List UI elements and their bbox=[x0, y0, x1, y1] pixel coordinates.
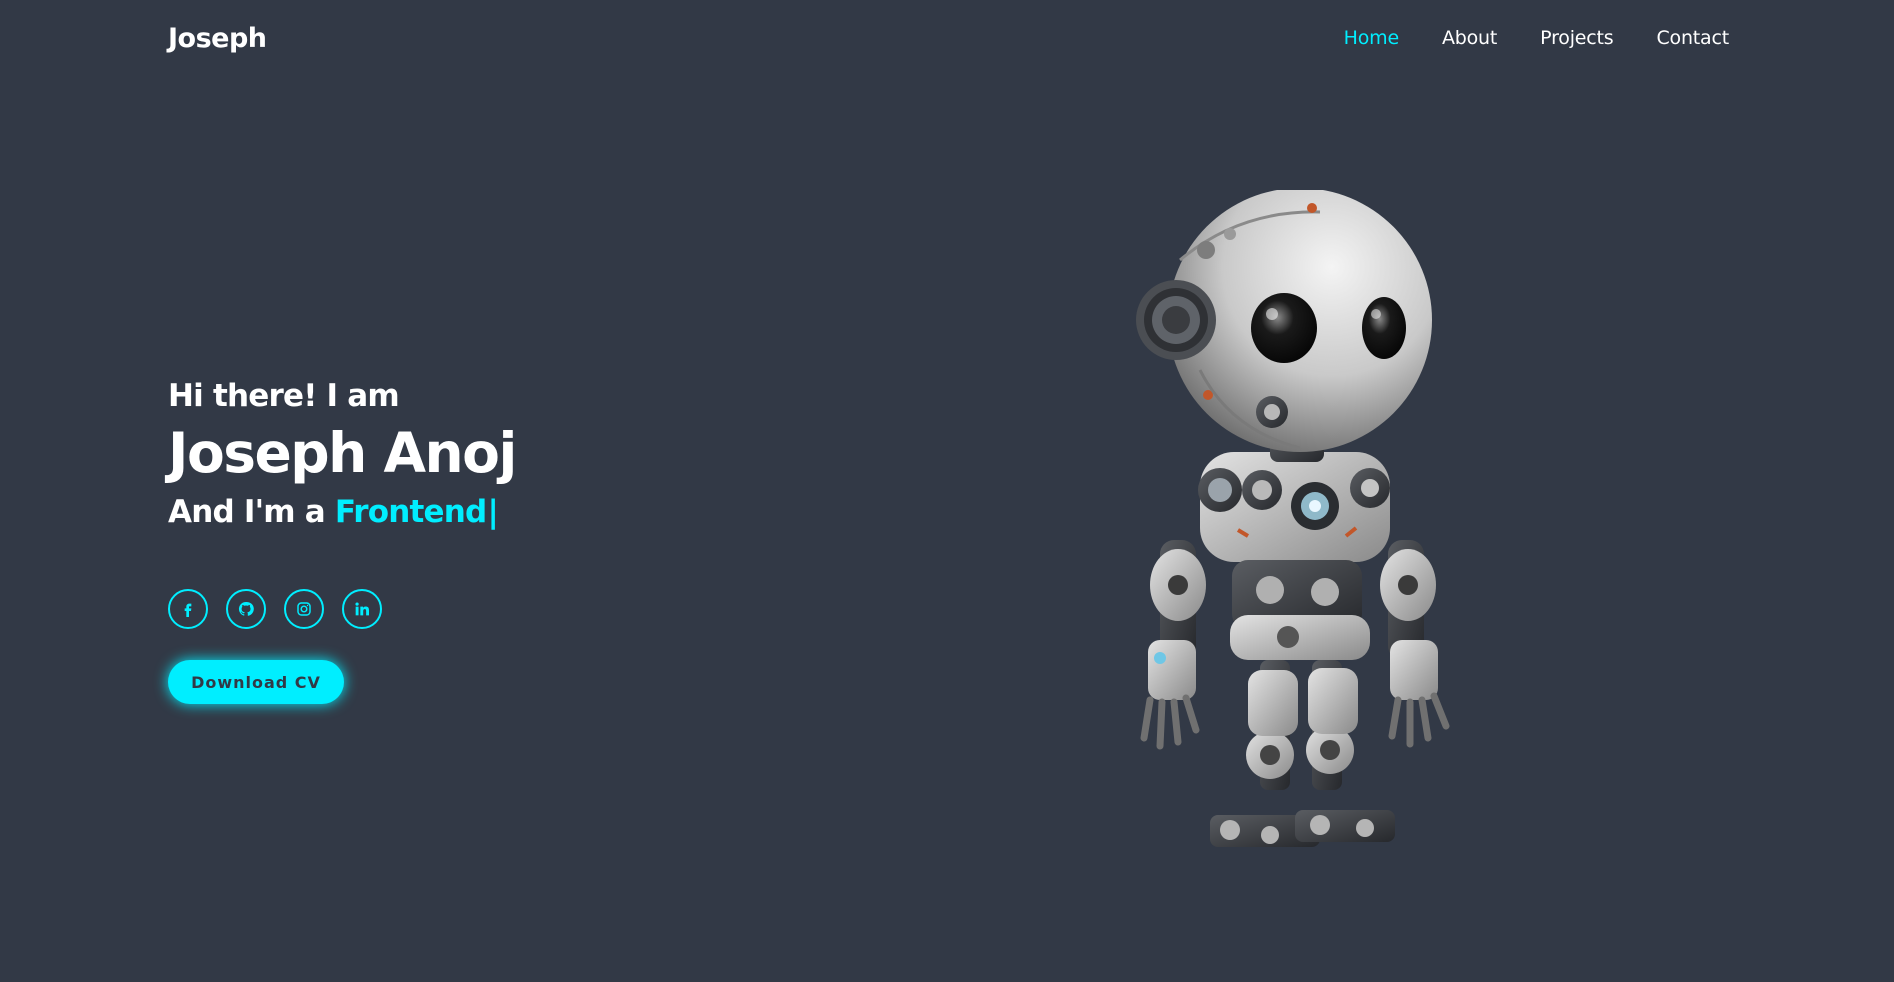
instagram-link[interactable] bbox=[284, 589, 324, 629]
role-prefix: And I'm a bbox=[168, 494, 326, 530]
role-typed: Frontend bbox=[334, 494, 487, 530]
nav-projects[interactable]: Projects bbox=[1540, 27, 1614, 49]
linkedin-link[interactable] bbox=[342, 589, 382, 629]
facebook-link[interactable] bbox=[168, 589, 208, 629]
nav-contact[interactable]: Contact bbox=[1656, 27, 1729, 49]
facebook-icon bbox=[184, 603, 192, 617]
page: Joseph Home About Projects Contact Hi th… bbox=[0, 0, 1894, 982]
hero-text: Hi there! I am Joseph Anoj And I'm a Fro… bbox=[168, 372, 517, 538]
download-cv-button[interactable]: Download CV bbox=[168, 660, 344, 704]
hero-greeting: Hi there! I am bbox=[168, 378, 400, 414]
logo[interactable]: Joseph bbox=[168, 23, 267, 54]
nav-home[interactable]: Home bbox=[1344, 27, 1400, 49]
typing-cursor: | bbox=[487, 494, 498, 530]
hero-role: And I'm a Frontend| bbox=[168, 486, 516, 538]
github-link[interactable] bbox=[226, 589, 266, 629]
site-header: Joseph Home About Projects Contact bbox=[168, 14, 1729, 62]
robot-torso bbox=[1198, 452, 1390, 660]
robot-head bbox=[1136, 190, 1432, 452]
nav-about[interactable]: About bbox=[1442, 27, 1497, 49]
robot-legs bbox=[1210, 660, 1395, 847]
hero-name: Joseph Anoj bbox=[168, 421, 517, 485]
robot-illustration bbox=[1136, 190, 1450, 847]
social-links bbox=[168, 589, 382, 629]
instagram-icon bbox=[297, 602, 311, 616]
github-icon bbox=[238, 601, 254, 616]
linkedin-icon bbox=[355, 602, 369, 616]
main-nav: Home About Projects Contact bbox=[1344, 27, 1730, 49]
